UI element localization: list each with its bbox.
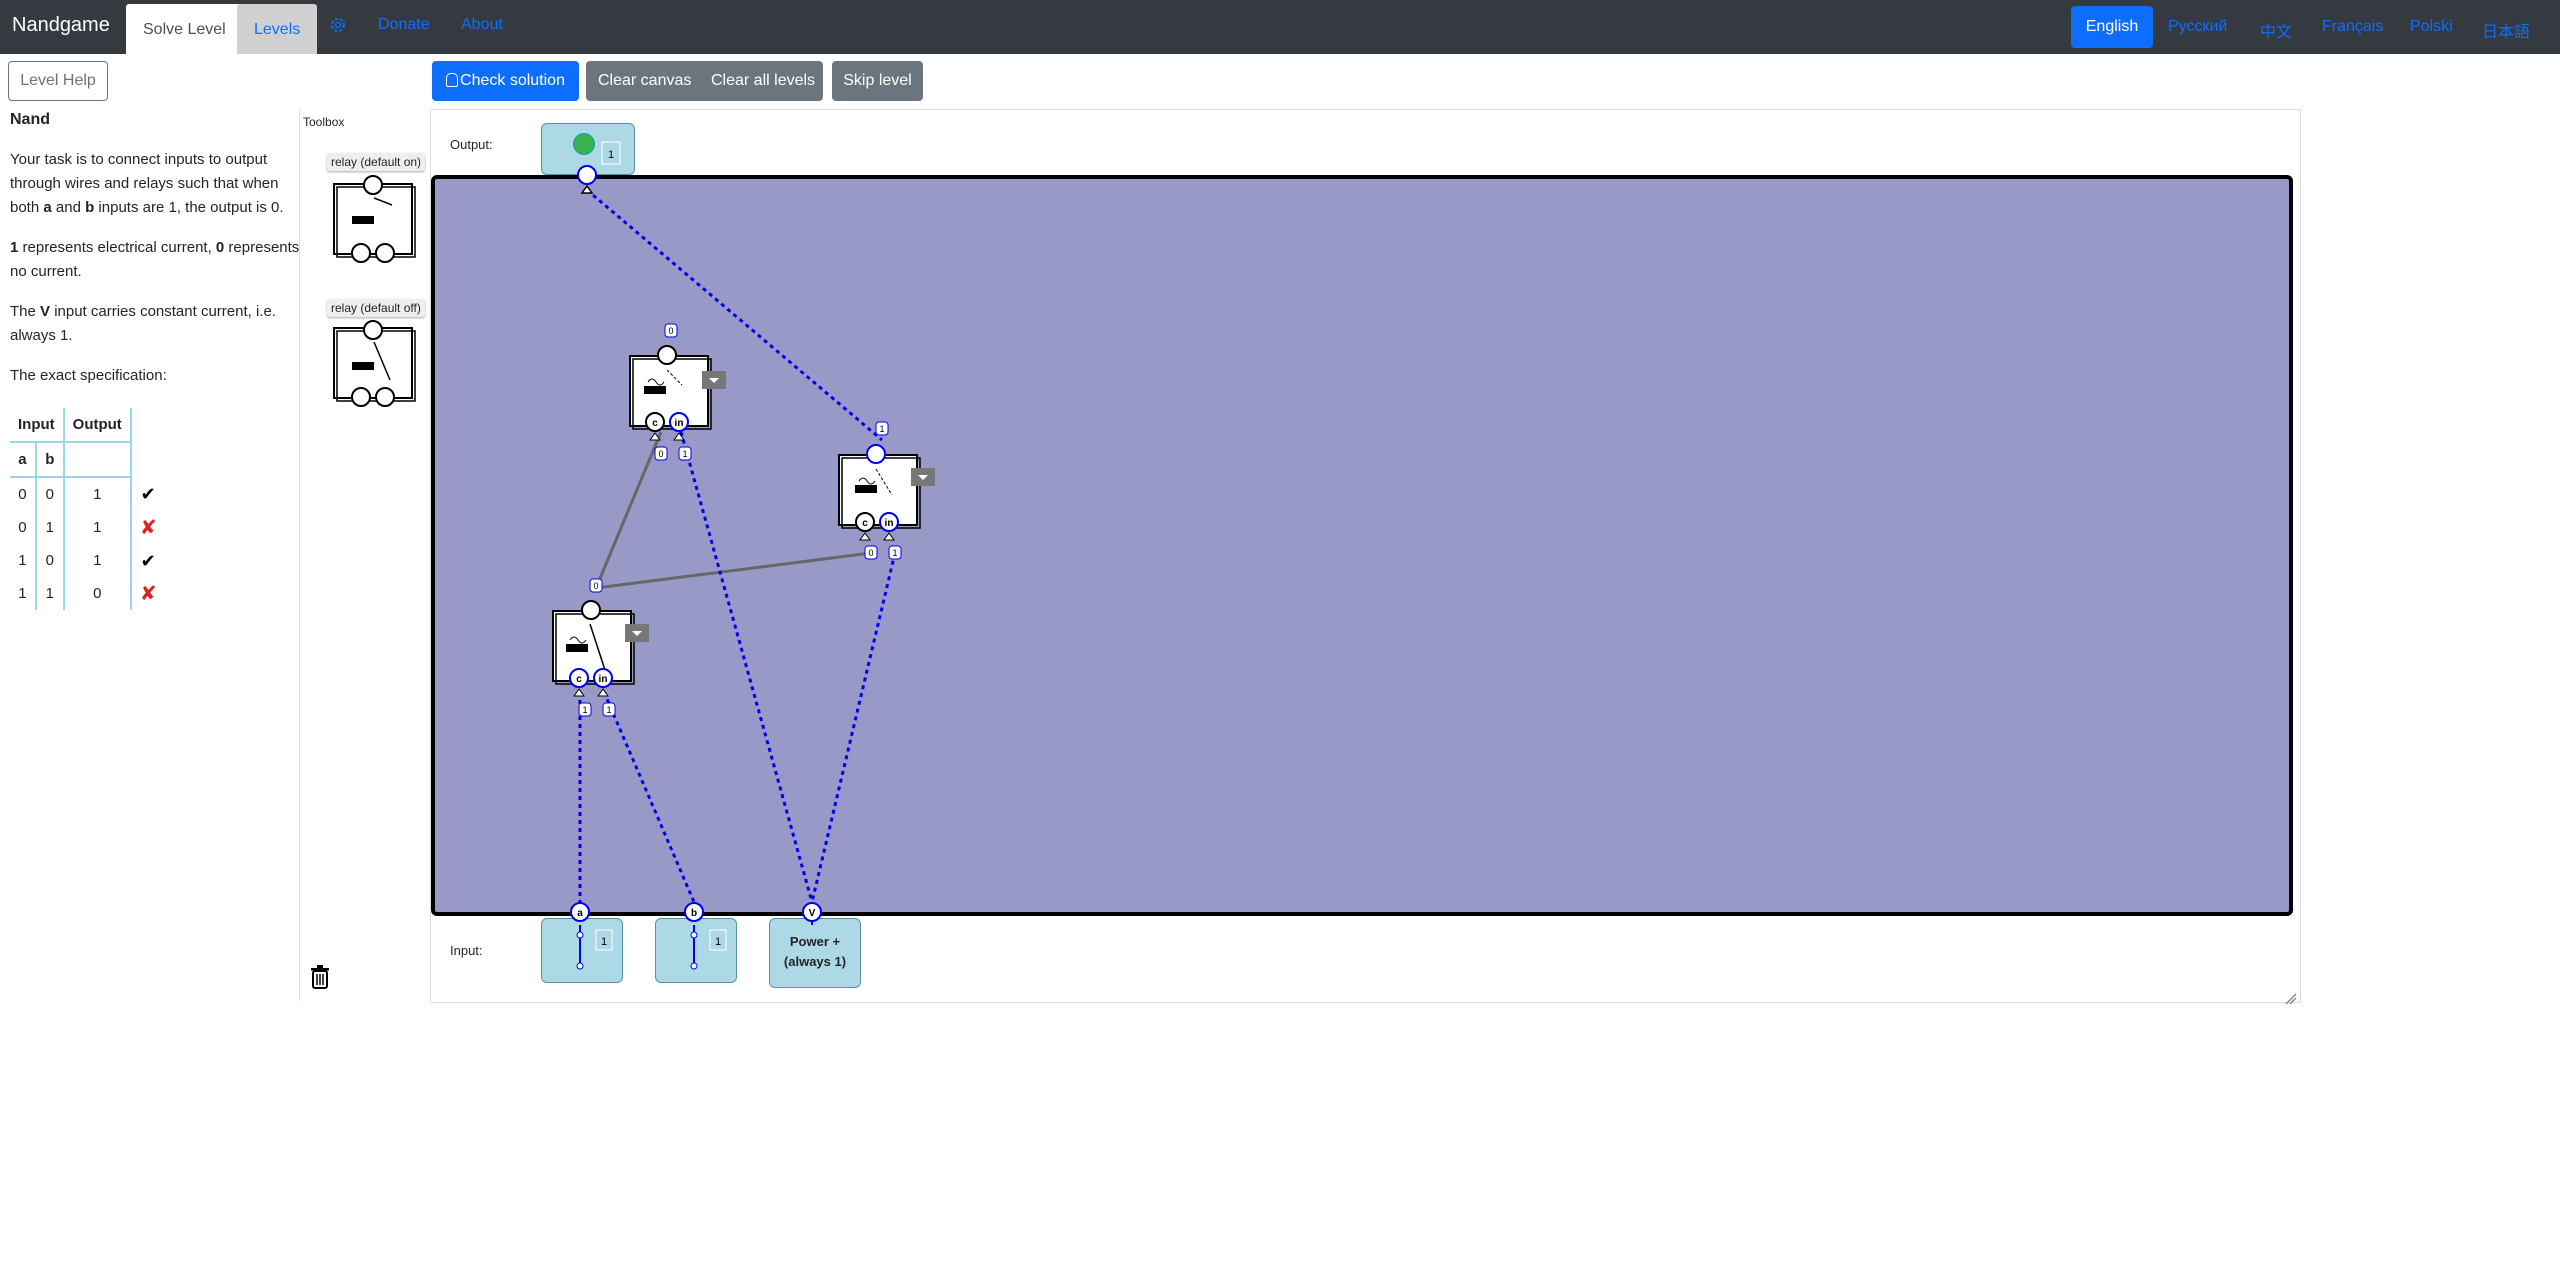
svg-text:in: in xyxy=(885,518,894,529)
input-a-value: 1 xyxy=(601,936,607,948)
svg-text:b: b xyxy=(691,908,697,919)
svg-text:c: c xyxy=(862,518,868,529)
svg-text:1: 1 xyxy=(606,705,611,715)
inactive-wires xyxy=(594,431,872,590)
wire-relay1-in xyxy=(679,431,814,903)
output-pin xyxy=(577,165,597,185)
toolbox-relay-off[interactable] xyxy=(333,320,416,407)
svg-text:c: c xyxy=(576,674,582,685)
input-b-value: 1 xyxy=(715,936,721,948)
svg-text:in: in xyxy=(675,418,684,429)
svg-text:0: 0 xyxy=(658,449,663,459)
wire-relay2-c xyxy=(595,551,872,590)
svg-text:1: 1 xyxy=(682,449,687,459)
resize-handle-icon xyxy=(2285,993,2297,1005)
wire-relay2-in xyxy=(810,552,897,903)
output-lamp-icon xyxy=(573,133,595,155)
wire-b xyxy=(602,691,696,903)
toolbox-relay-on[interactable] xyxy=(333,175,416,263)
svg-text:0: 0 xyxy=(868,548,873,558)
active-wires xyxy=(578,188,897,965)
svg-text:1: 1 xyxy=(892,548,897,558)
svg-text:c: c xyxy=(652,418,658,429)
output-value: 1 xyxy=(608,149,614,161)
svg-text:0: 0 xyxy=(593,581,598,591)
svg-text:a: a xyxy=(577,908,583,919)
svg-text:0: 0 xyxy=(668,326,673,336)
relay-3: c in 0 1 1 xyxy=(552,578,649,717)
relay-2: c in 1 0 1 xyxy=(838,421,935,560)
svg-text:V: V xyxy=(809,908,816,919)
svg-text:in: in xyxy=(599,674,608,685)
circuit-svg: 1 a 1 b 1 V c in 0 0 1 c in 1 0 1 c in 0… xyxy=(333,133,2297,1005)
relay-1: c in 0 0 1 xyxy=(629,323,726,461)
svg-text:1: 1 xyxy=(582,705,587,715)
wire-relay1-c xyxy=(594,431,663,589)
svg-text:1: 1 xyxy=(879,424,884,434)
